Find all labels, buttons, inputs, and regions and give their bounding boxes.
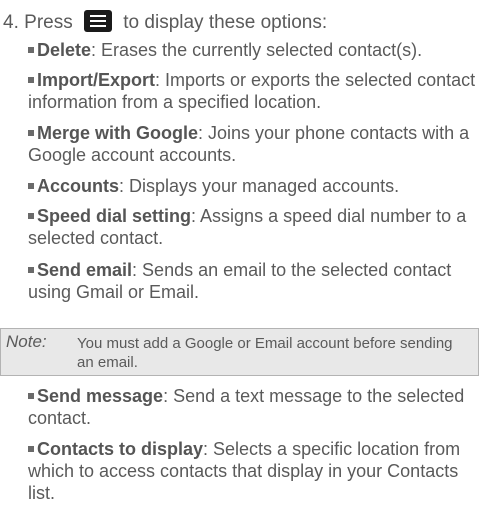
option-speed-dial-setting: Speed dial setting: Assigns a speed dial… <box>28 205 480 249</box>
option-term: Speed dial setting <box>37 206 192 226</box>
option-import-export: Import/Export: Imports or exports the se… <box>28 69 480 113</box>
bullet-icon <box>28 267 34 273</box>
option-desc: : Erases the currently selected contact(… <box>91 40 423 60</box>
step-text-before: Press <box>24 12 73 33</box>
option-delete: Delete: Erases the currently selected co… <box>28 39 480 61</box>
bullet-icon <box>28 47 34 53</box>
step-4: 4. Press to display these options: <box>3 10 327 34</box>
bullet-icon <box>28 130 34 136</box>
note-box: Note: You must add a Google or Email acc… <box>0 328 479 376</box>
note-text: You must add a Google or Email account b… <box>77 335 453 371</box>
note-label: Note: <box>6 332 47 351</box>
option-desc: : Displays your managed accounts. <box>119 176 400 196</box>
step-text-after: to display these options: <box>123 12 328 33</box>
option-term: Delete <box>37 40 92 60</box>
menu-key-icon <box>84 10 112 32</box>
option-accounts: Accounts: Displays your managed accounts… <box>28 175 480 197</box>
option-term: Merge with Google <box>37 123 199 143</box>
option-term: Send email <box>37 260 133 280</box>
option-term: Contacts to display <box>37 439 204 459</box>
step-number: 4. <box>3 12 19 33</box>
option-term: Accounts <box>37 176 120 196</box>
bullet-icon <box>28 393 34 399</box>
option-merge-with-google: Merge with Google: Joins your phone cont… <box>28 122 480 166</box>
option-send-email: Send email: Sends an email to the select… <box>28 259 480 303</box>
bullet-icon <box>28 183 34 189</box>
option-send-message: Send message: Send a text message to the… <box>28 385 480 429</box>
bullet-icon <box>28 213 34 219</box>
bullet-icon <box>28 77 34 83</box>
option-contacts-to-display: Contacts to display: Selects a specific … <box>28 438 480 504</box>
bullet-icon <box>28 446 34 452</box>
option-term: Send message <box>37 386 164 406</box>
option-term: Import/Export <box>37 70 156 90</box>
manual-page: 4. Press to display these options: Delet… <box>0 0 486 507</box>
